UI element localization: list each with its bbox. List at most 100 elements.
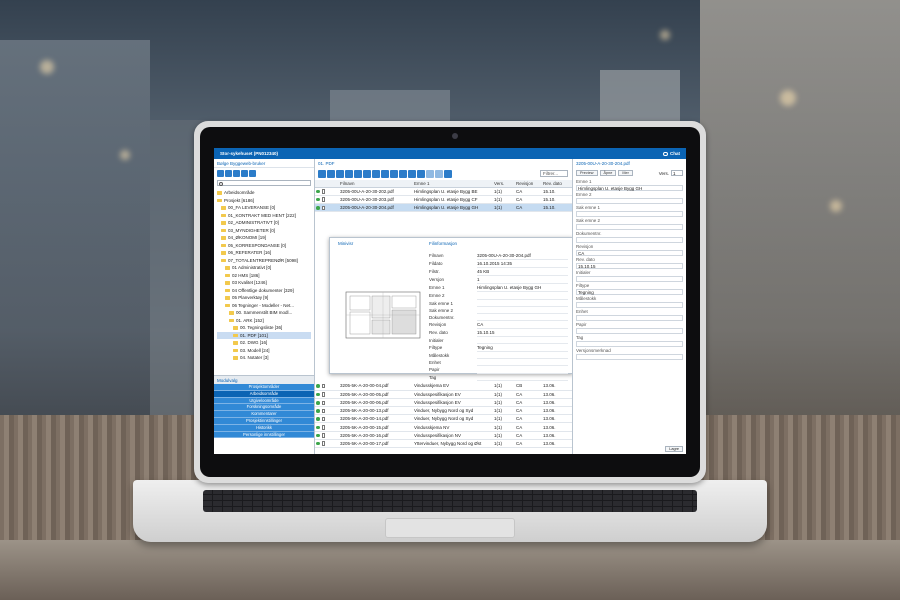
tree-node[interactable]: Arbeidsområde bbox=[217, 189, 311, 197]
city-light bbox=[830, 200, 842, 212]
tree-node[interactable]: 00_FA LEVERANSE [0] bbox=[217, 204, 311, 212]
field-input[interactable] bbox=[576, 315, 683, 321]
table-row[interactable]: 3205-5K-A-20-00-04.pdf Vindusskjema EV 1(1… bbox=[315, 382, 572, 391]
copy-icon[interactable] bbox=[241, 170, 248, 177]
tree-node[interactable]: 02. DWG [16] bbox=[217, 339, 311, 347]
tree-node[interactable]: 03 Kvalitet [1246] bbox=[217, 279, 311, 287]
tree-node[interactable]: 04 Offentlige dokumenter [329] bbox=[217, 287, 311, 295]
field-input[interactable] bbox=[576, 341, 683, 347]
file-properties: Filnavn 3205-00U-A-20-30-204.pdf Fildato 16… bbox=[429, 252, 568, 381]
tree-node[interactable]: 02 HMS [186] bbox=[217, 272, 311, 280]
drawing-preview[interactable] bbox=[338, 252, 426, 364]
tree-node[interactable]: 01 Administrativt [0] bbox=[217, 264, 311, 272]
field-input[interactable]: CA bbox=[576, 250, 683, 256]
lock-icon[interactable] bbox=[381, 170, 389, 178]
tree-node-label: 03 Kvalitet [1246] bbox=[232, 280, 267, 285]
table-row[interactable]: 3205-5K-A-20-00-14.pdf Vinduer, Nybygg No… bbox=[315, 414, 572, 424]
export-icon[interactable] bbox=[417, 170, 425, 178]
status-icon bbox=[316, 433, 320, 438]
table-row[interactable]: 3205-5K-A-20-00-16.pdf Vindusspesifikasjo… bbox=[315, 431, 572, 440]
comment-icon[interactable] bbox=[399, 170, 407, 178]
download-file-icon[interactable] bbox=[327, 170, 335, 178]
tree-node[interactable]: 03. Modell [24] bbox=[217, 347, 311, 355]
field-input[interactable]: 15.10.15 bbox=[576, 263, 683, 269]
tree-node[interactable]: 01_KONTRAKT MED HENT [222] bbox=[217, 212, 311, 220]
share-icon[interactable] bbox=[372, 170, 380, 178]
module-item[interactable]: Kommentarer bbox=[214, 411, 314, 418]
table-row[interactable]: 3205-00U-A-20-30-204.pdf Himlingsplan U. … bbox=[315, 203, 572, 213]
property-value bbox=[477, 300, 568, 307]
tree-node[interactable]: 01. ARK [152] bbox=[217, 317, 311, 325]
print-icon[interactable] bbox=[408, 170, 416, 178]
status-icon bbox=[316, 189, 320, 194]
preview-button[interactable]: Preview bbox=[576, 170, 598, 176]
tree-node[interactable]: 05 Planverktøy [9] bbox=[217, 294, 311, 302]
field-input[interactable] bbox=[576, 328, 683, 334]
copy-file-icon[interactable] bbox=[336, 170, 344, 178]
table-row[interactable]: 3205-5K-A-20-00-06.pdf Vindusspesifikasjo… bbox=[315, 398, 572, 408]
cell-subject: Vinduer, Nybygg Nord og Syd bbox=[413, 414, 493, 424]
chat-button[interactable]: Chat bbox=[663, 151, 680, 156]
module-item[interactable]: Arbeidsområde bbox=[214, 390, 314, 398]
field-input[interactable]: Himlingsplan U. etasje Bygg GH bbox=[576, 185, 683, 191]
table-row[interactable]: 3205-00U-A-20-30-202.pdf Himlingsplan U. … bbox=[315, 187, 572, 196]
column-header[interactable]: Rev. dato bbox=[542, 180, 572, 188]
column-header[interactable]: Filnavn bbox=[339, 180, 413, 188]
column-header[interactable]: Revisjon bbox=[515, 180, 542, 188]
field-input[interactable] bbox=[576, 224, 683, 230]
module-item[interactable]: Historikk bbox=[214, 424, 314, 432]
view-grid-icon[interactable] bbox=[435, 170, 443, 178]
delete-file-icon[interactable] bbox=[354, 170, 362, 178]
property-row: Emne 1 Himlingsplan U. etasje Bygg GH bbox=[429, 284, 568, 293]
module-item[interactable]: Utgiveloområde bbox=[214, 397, 314, 405]
tree-node[interactable]: 04. Notater [3] bbox=[217, 354, 311, 362]
view-list-icon[interactable] bbox=[426, 170, 434, 178]
settings-icon[interactable] bbox=[444, 170, 452, 178]
tree-node[interactable]: 01. PDF [101] bbox=[217, 331, 311, 339]
download-icon[interactable] bbox=[233, 170, 240, 177]
tree-node[interactable]: 05_KORRESPONDANSE [0] bbox=[217, 242, 311, 250]
property-row: Revisjon CA bbox=[429, 321, 568, 329]
file-table-lower: 3205-5K-A-20-00-04.pdf Vindusskjema EV 1(1… bbox=[315, 382, 572, 449]
module-item[interactable]: Prosjektinnstillinger bbox=[214, 417, 314, 425]
tree-node[interactable]: 06 Tegninger - Modeller - Net... bbox=[217, 302, 311, 310]
field-input[interactable] bbox=[576, 276, 683, 282]
tree-node[interactable]: 00. Sammenstilt BIM modl... bbox=[217, 309, 311, 317]
open-button[interactable]: Åpne bbox=[599, 170, 617, 176]
move-file-icon[interactable] bbox=[345, 170, 353, 178]
version-dropdown[interactable]: 1 bbox=[671, 170, 683, 176]
upload-file-icon[interactable] bbox=[318, 170, 326, 178]
upload-icon[interactable] bbox=[225, 170, 232, 177]
tree-node[interactable]: 06_REFERATER [16] bbox=[217, 249, 311, 257]
column-header[interactable]: Vers. bbox=[493, 180, 515, 188]
refresh-icon[interactable] bbox=[249, 170, 256, 177]
field-input[interactable] bbox=[576, 198, 683, 204]
tree-node[interactable]: Prosjekt [6186] bbox=[217, 197, 311, 205]
publish-icon[interactable] bbox=[363, 170, 371, 178]
table-row[interactable]: 3205-00U-A-20-30-203.pdf Himlingsplan U. … bbox=[315, 195, 572, 204]
tree-node[interactable]: 07_TOTALENTREPRENØR [5098] bbox=[217, 257, 311, 265]
field-input[interactable] bbox=[576, 354, 683, 360]
field-input[interactable] bbox=[576, 211, 683, 217]
tree-node[interactable]: 03_MYNDIGHETER [0] bbox=[217, 227, 311, 235]
more-button[interactable]: Mer bbox=[618, 170, 633, 176]
field-input[interactable]: Tegning bbox=[576, 289, 683, 295]
table-row[interactable]: 3205-5K-A-20-00-15.pdf Vindusskjema NV 1(1… bbox=[315, 422, 572, 432]
save-button[interactable]: Lagre bbox=[665, 446, 683, 452]
field-input[interactable] bbox=[576, 302, 683, 308]
module-item[interactable]: Personlige innstillinger bbox=[214, 431, 314, 439]
table-row[interactable]: 3205-5K-A-20-00-17.pdf Yttervinduer, Nyby… bbox=[315, 439, 572, 449]
module-item[interactable]: Prosjektområder bbox=[214, 384, 314, 391]
new-folder-icon[interactable] bbox=[217, 170, 224, 177]
tree-node[interactable]: 00. Tegningsliste [36] bbox=[217, 324, 311, 332]
tree-node[interactable]: 04_ØKONOMI [19] bbox=[217, 234, 311, 242]
table-row[interactable]: 3205-5K-A-20-00-13.pdf Vinduer, Nybygg No… bbox=[315, 406, 572, 416]
module-item[interactable]: Forskningsområde bbox=[214, 404, 314, 412]
filter-input[interactable]: Filtrer... bbox=[540, 170, 568, 177]
field-input[interactable] bbox=[576, 237, 683, 243]
tree-search-input[interactable] bbox=[217, 180, 311, 186]
tree-node[interactable]: 02_ADMINISTRATIVT [0] bbox=[217, 219, 311, 227]
history-icon[interactable] bbox=[390, 170, 398, 178]
column-header[interactable]: Emne 1 bbox=[413, 180, 493, 188]
table-row[interactable]: 3205-5K-A-20-00-05.pdf Vindusspesifikasjo… bbox=[315, 390, 572, 399]
